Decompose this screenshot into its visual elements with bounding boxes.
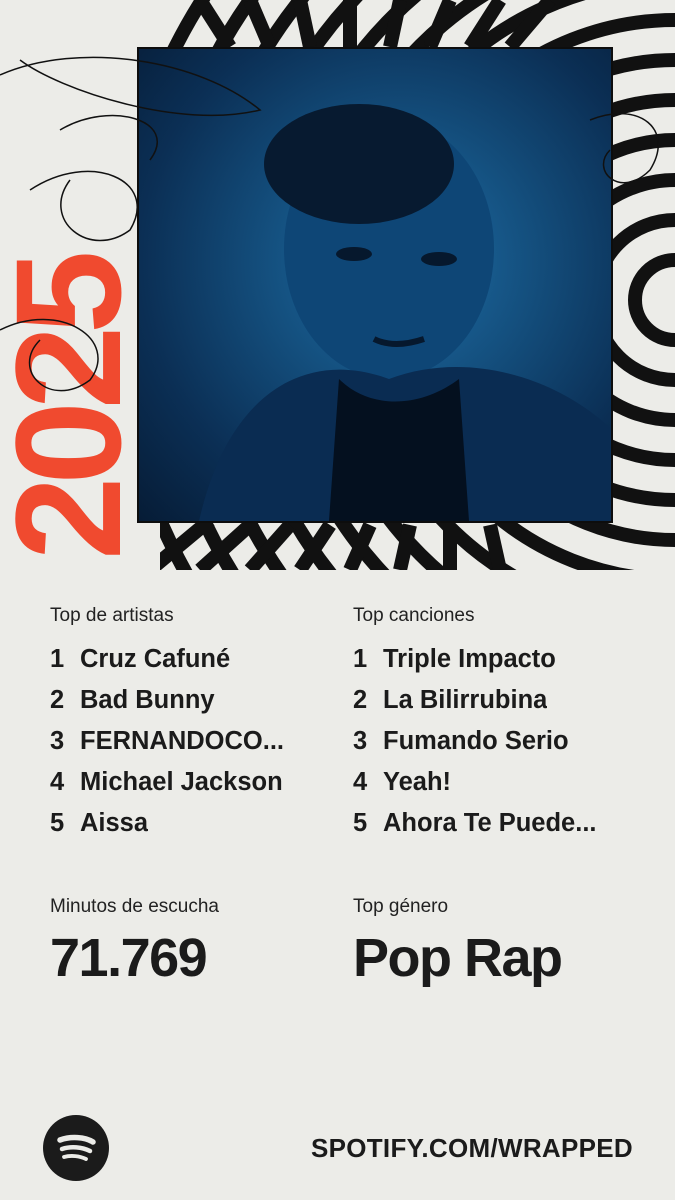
minutes-section: Minutos de escucha 71.769 bbox=[50, 894, 219, 990]
song-name: La Bilirrubina bbox=[383, 686, 548, 714]
wrapped-url-link[interactable]: SPOTIFY.COM/WRAPPED bbox=[311, 1128, 633, 1168]
list-item: 3 Fumando Serio bbox=[353, 721, 643, 762]
rank: 5 bbox=[353, 809, 368, 837]
list-item: 1 Cruz Cafuné bbox=[50, 639, 340, 680]
spotify-logo-icon bbox=[43, 1115, 109, 1181]
top-artists-section: Top de artistas 1 Cruz Cafuné 2 Bad Bunny … bbox=[50, 603, 340, 844]
minutes-value: 71.769 bbox=[50, 928, 208, 988]
song-name: Yeah! bbox=[383, 768, 452, 796]
song-name: Ahora Te Puede... bbox=[383, 809, 597, 837]
rank: 1 bbox=[50, 645, 65, 673]
artist-name: Michael Jackson bbox=[80, 768, 283, 796]
rank: 3 bbox=[353, 727, 368, 755]
top-songs-list: 1 Triple Impacto 2 La Bilirrubina 3 Fumando… bbox=[353, 639, 643, 844]
rank: 2 bbox=[353, 686, 368, 714]
list-item: 1 Triple Impacto bbox=[353, 639, 643, 680]
scribble-graphic bbox=[0, 56, 660, 392]
artist-name: Bad Bunny bbox=[80, 686, 215, 714]
stats-panel: Top de artistas 1 Cruz Cafuné 2 Bad Bunny … bbox=[0, 570, 675, 1200]
song-name: Fumando Serio bbox=[383, 727, 569, 755]
list-item: 2 La Bilirrubina bbox=[353, 680, 643, 721]
wrapped-hero: 2025 bbox=[0, 0, 675, 570]
top-artists-list: 1 Cruz Cafuné 2 Bad Bunny 3 FERNANDOCO... 4… bbox=[50, 639, 340, 844]
artist-name: FERNANDOCO... bbox=[80, 727, 284, 755]
list-item: 5 Aissa bbox=[50, 803, 340, 844]
rank: 4 bbox=[353, 768, 368, 796]
rank: 3 bbox=[50, 727, 65, 755]
list-item: 3 FERNANDOCO... bbox=[50, 721, 340, 762]
list-item: 4 Michael Jackson bbox=[50, 762, 340, 803]
minutes-label: Minutos de escucha bbox=[50, 896, 219, 917]
artist-name: Cruz Cafuné bbox=[80, 645, 231, 673]
genre-label: Top género bbox=[353, 896, 449, 917]
genre-value: Pop Rap bbox=[353, 928, 563, 988]
top-artists-label: Top de artistas bbox=[50, 605, 174, 626]
top-songs-label: Top canciones bbox=[353, 605, 475, 626]
rank: 4 bbox=[50, 768, 65, 796]
list-item: 2 Bad Bunny bbox=[50, 680, 340, 721]
genre-section: Top género Pop Rap bbox=[353, 894, 563, 990]
song-name: Triple Impacto bbox=[383, 645, 556, 673]
rank: 2 bbox=[50, 686, 65, 714]
top-songs-section: Top canciones 1 Triple Impacto 2 La Bilirr… bbox=[353, 603, 643, 844]
artist-name: Aissa bbox=[80, 809, 149, 837]
rank: 1 bbox=[353, 645, 368, 673]
rank: 5 bbox=[50, 809, 65, 837]
list-item: 5 Ahora Te Puede... bbox=[353, 803, 643, 844]
list-item: 4 Yeah! bbox=[353, 762, 643, 803]
